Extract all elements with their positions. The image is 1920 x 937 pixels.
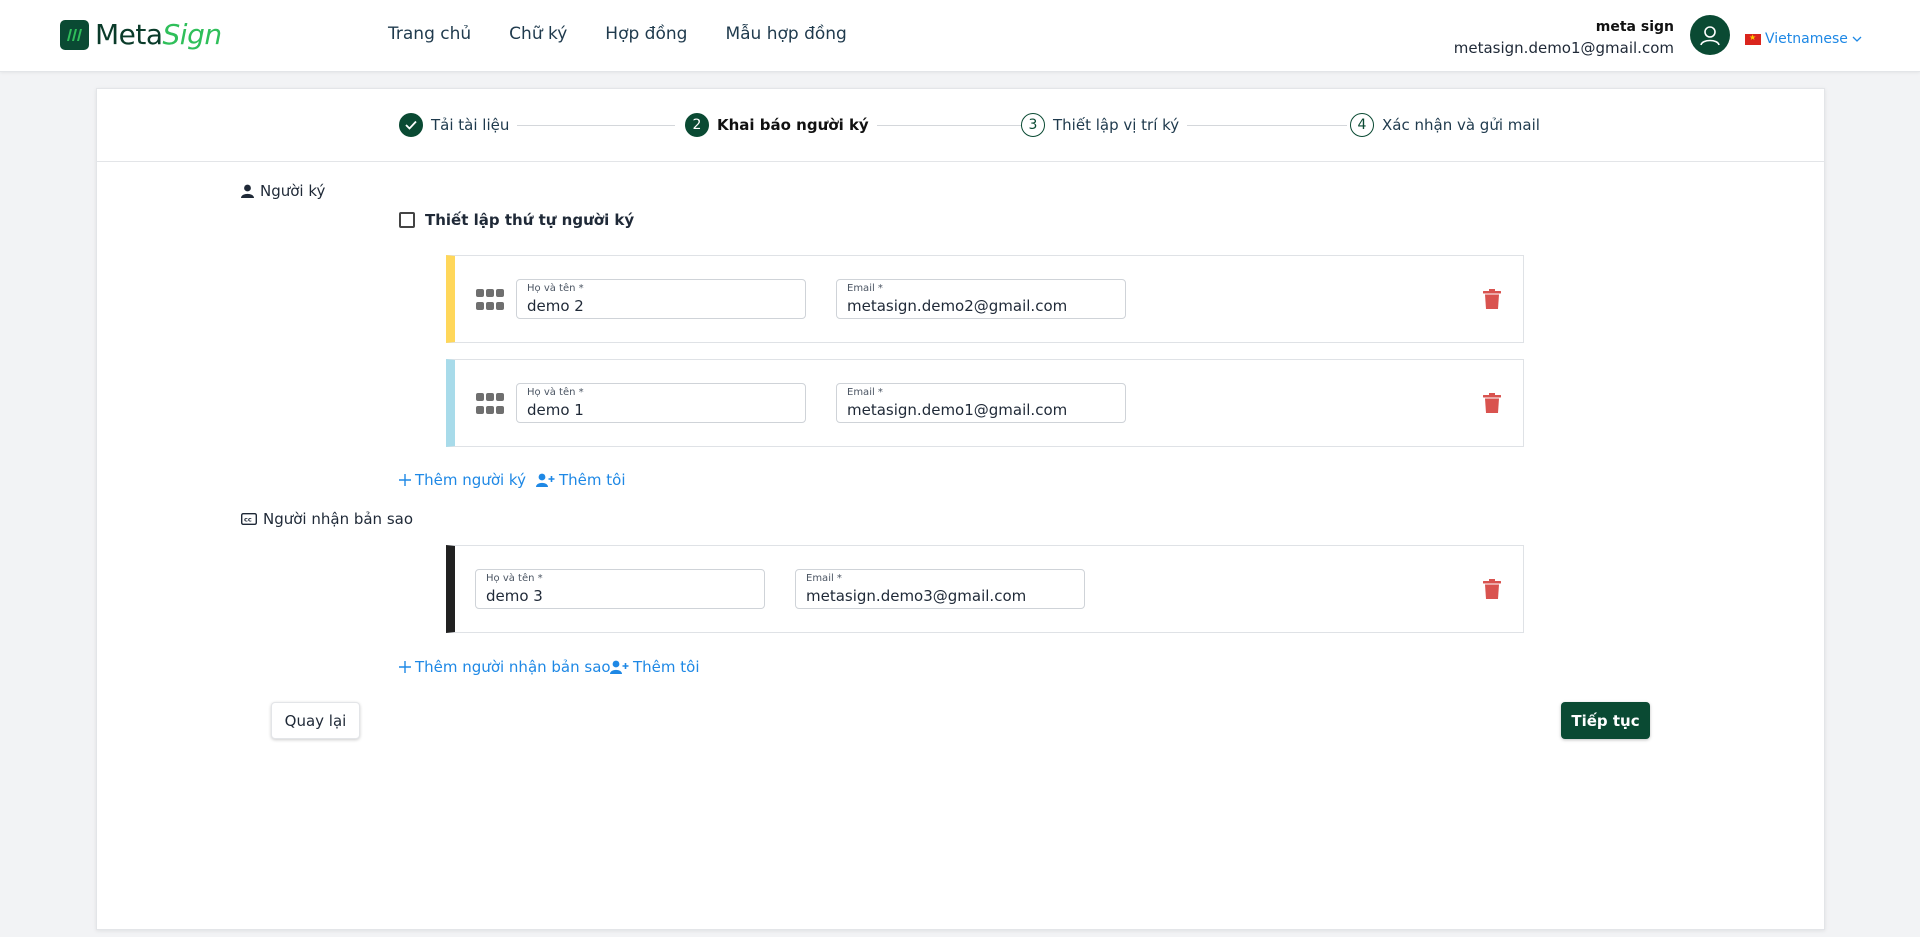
trash-icon[interactable] bbox=[1483, 579, 1501, 599]
signer-row: Họ và tên * Email * bbox=[446, 255, 1524, 343]
user-plus-icon bbox=[536, 473, 555, 487]
step-upload-document[interactable]: Tải tài liệu bbox=[399, 113, 518, 137]
user-info: meta sign metasign.demo1@gmail.com bbox=[1454, 17, 1674, 59]
main-nav: Trang chủ Chữ ký Hợp đồng Mẫu hợp đồng bbox=[388, 24, 847, 44]
add-signer-label: Thêm người ký bbox=[415, 471, 526, 489]
drag-handle-icon[interactable] bbox=[476, 393, 504, 414]
field-label: Họ và tên * bbox=[527, 387, 584, 398]
signers-section-title: Người ký bbox=[241, 182, 325, 200]
person-icon bbox=[241, 184, 254, 198]
signer-name-input[interactable] bbox=[527, 296, 795, 316]
signing-order-checkbox-row[interactable]: Thiết lập thứ tự người ký bbox=[399, 211, 634, 229]
nav-item-contract-templates[interactable]: Mẫu hợp đồng bbox=[725, 24, 846, 44]
step-connector bbox=[507, 125, 675, 126]
signer-name-field[interactable]: Họ và tên * bbox=[516, 279, 806, 319]
chevron-down-icon bbox=[1852, 36, 1862, 42]
signer-name-input[interactable] bbox=[527, 400, 795, 420]
nav-item-home[interactable]: Trang chủ bbox=[388, 24, 471, 44]
add-me-label: Thêm tôi bbox=[559, 471, 626, 489]
user-icon bbox=[1700, 26, 1720, 46]
step-confirm-send-mail[interactable]: 4 Xác nhận và gửi mail bbox=[1350, 113, 1548, 137]
cc-email-input[interactable] bbox=[806, 586, 1074, 606]
step-label: Khai báo người ký bbox=[717, 116, 869, 134]
add-cc-label: Thêm người nhận bản sao bbox=[415, 658, 611, 676]
field-label: Email * bbox=[847, 283, 883, 294]
signing-order-checkbox[interactable] bbox=[399, 212, 415, 228]
language-label: Vietnamese bbox=[1765, 31, 1848, 47]
step-set-signature-position[interactable]: 3 Thiết lập vị trí ký bbox=[1021, 113, 1188, 137]
add-cc-recipient-link[interactable]: Thêm người nhận bản sao bbox=[399, 658, 611, 676]
step-label: Thiết lập vị trí ký bbox=[1053, 116, 1180, 134]
add-signer-link[interactable]: Thêm người ký bbox=[399, 471, 526, 489]
add-me-cc-link[interactable]: Thêm tôi bbox=[610, 658, 700, 676]
svg-text:cc: cc bbox=[244, 516, 252, 524]
step-number: 2 bbox=[685, 113, 709, 137]
closed-caption-icon: cc bbox=[241, 513, 257, 525]
nav-item-signatures[interactable]: Chữ ký bbox=[509, 24, 567, 44]
signer-email-input[interactable] bbox=[847, 296, 1115, 316]
signer-email-input[interactable] bbox=[847, 400, 1115, 420]
logo-mark-icon bbox=[60, 19, 89, 50]
metasign-logo[interactable]: MetaSign bbox=[60, 18, 222, 51]
step-number: 3 bbox=[1021, 113, 1045, 137]
field-label: Họ và tên * bbox=[486, 573, 543, 584]
signing-order-label: Thiết lập thứ tự người ký bbox=[425, 211, 635, 229]
cc-recipient-row: Họ và tên * Email * bbox=[446, 545, 1524, 633]
logo-text: MetaSign bbox=[95, 18, 222, 51]
cc-email-field[interactable]: Email * bbox=[795, 569, 1085, 609]
continue-button[interactable]: Tiếp tục bbox=[1561, 702, 1650, 739]
user-email: metasign.demo1@gmail.com bbox=[1453, 39, 1674, 57]
signer-email-field[interactable]: Email * bbox=[836, 279, 1126, 319]
signer-row: Họ và tên * Email * bbox=[446, 359, 1524, 447]
check-icon bbox=[399, 113, 423, 137]
step-number: 4 bbox=[1350, 113, 1374, 137]
step-connector bbox=[1171, 125, 1347, 126]
plus-icon bbox=[399, 474, 411, 486]
user-name: meta sign bbox=[1595, 19, 1674, 35]
signer-email-field[interactable]: Email * bbox=[836, 383, 1126, 423]
avatar[interactable] bbox=[1690, 15, 1730, 55]
logo-text-meta: Meta bbox=[95, 18, 163, 51]
trash-icon[interactable] bbox=[1483, 393, 1501, 413]
user-plus-icon bbox=[610, 660, 629, 674]
cc-name-field[interactable]: Họ và tên * bbox=[475, 569, 765, 609]
top-header: MetaSign Trang chủ Chữ ký Hợp đồng Mẫu h… bbox=[0, 0, 1920, 72]
signer-name-field[interactable]: Họ và tên * bbox=[516, 383, 806, 423]
logo-text-sign: Sign bbox=[162, 18, 223, 51]
trash-icon[interactable] bbox=[1483, 289, 1501, 309]
language-selector[interactable]: Vietnamese bbox=[1745, 31, 1862, 47]
vietnam-flag-icon bbox=[1745, 33, 1761, 45]
step-label: Xác nhận và gửi mail bbox=[1382, 116, 1540, 134]
plus-icon bbox=[399, 661, 411, 673]
cc-section-title: cc Người nhận bản sao bbox=[241, 510, 413, 528]
main-card: Tải tài liệu 2 Khai báo người ký 3 Thiết… bbox=[96, 88, 1825, 930]
nav-item-contracts[interactable]: Hợp đồng bbox=[605, 24, 687, 44]
cc-name-input[interactable] bbox=[486, 586, 754, 606]
cc-title-text: Người nhận bản sao bbox=[263, 510, 414, 528]
add-me-signer-link[interactable]: Thêm tôi bbox=[536, 471, 626, 489]
field-label: Email * bbox=[847, 387, 883, 398]
step-label: Tải tài liệu bbox=[431, 116, 510, 134]
back-button[interactable]: Quay lại bbox=[271, 702, 360, 739]
signers-title-text: Người ký bbox=[260, 182, 326, 200]
drag-handle-icon[interactable] bbox=[476, 289, 504, 310]
field-label: Email * bbox=[806, 573, 842, 584]
field-label: Họ và tên * bbox=[527, 283, 584, 294]
step-declare-signers[interactable]: 2 Khai báo người ký bbox=[685, 113, 877, 137]
stepper: Tải tài liệu 2 Khai báo người ký 3 Thiết… bbox=[97, 89, 1824, 162]
add-me-label: Thêm tôi bbox=[633, 658, 700, 676]
